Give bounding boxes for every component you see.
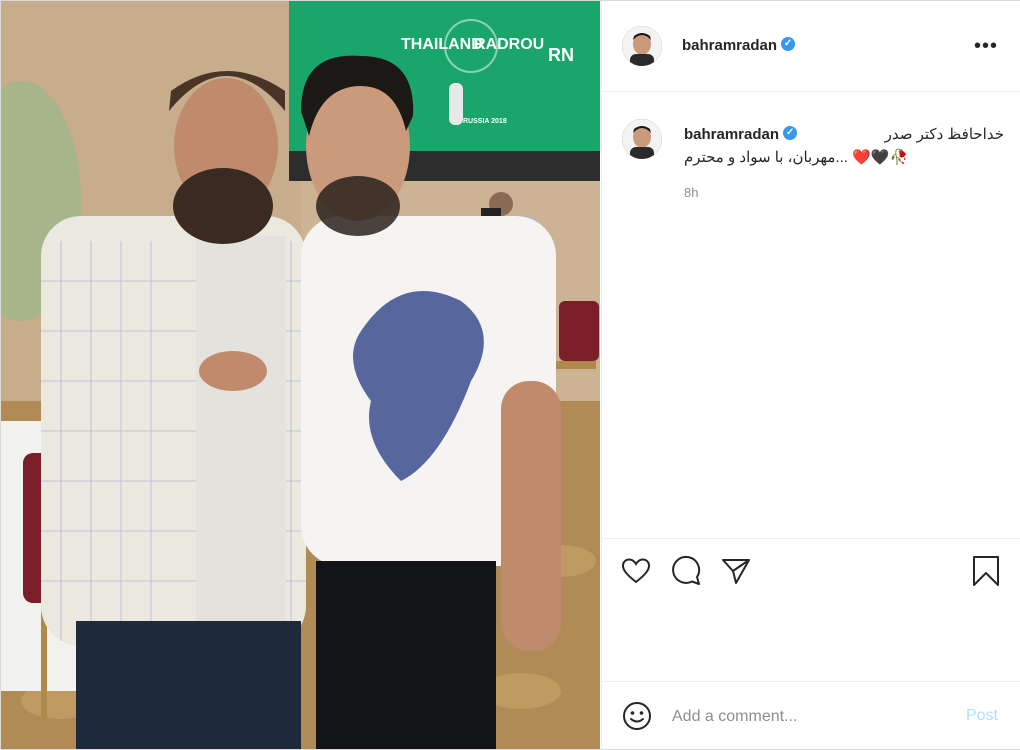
caption-username-text[interactable]: bahramradan: [684, 126, 779, 143]
comment-icon[interactable]: [670, 555, 702, 587]
bookmark-icon[interactable]: [970, 555, 1002, 587]
caption-line-2: 🥀🖤❤️ ...مهربان، با سواد و محترم: [684, 146, 1004, 169]
screen-text-thailand: THAILAND: [401, 36, 483, 53]
heart-icon[interactable]: [620, 555, 652, 587]
post-photo[interactable]: THAILAND RADROU RN RUSSIA 2018: [1, 1, 600, 749]
post-frame: THAILAND RADROU RN RUSSIA 2018 bahramrad…: [0, 0, 1020, 750]
share-icon[interactable]: [720, 555, 752, 587]
screen-text-rn: RN: [548, 45, 574, 65]
post-side-panel: bahramradan ✓ ••• bahramradan ✓ خداحافظ دک…: [601, 1, 1020, 749]
more-icon[interactable]: •••: [974, 35, 998, 58]
comment-input[interactable]: [670, 704, 944, 730]
post-username[interactable]: bahramradan ✓: [682, 37, 796, 54]
post-caption: bahramradan ✓ خداحافظ دکتر صدر 🥀🖤❤️ ...مه…: [684, 123, 1004, 169]
post-comment-button[interactable]: Post: [966, 707, 998, 725]
caption-text-line-2: ...مهربان، با سواد و محترم: [684, 149, 848, 166]
caption-line-1: bahramradan ✓ خداحافظ دکتر صدر: [684, 123, 1004, 146]
emoji-icon[interactable]: [622, 701, 652, 731]
comment-bar: Post: [602, 681, 1020, 750]
screen-text-russia: RUSSIA 2018: [463, 118, 507, 125]
avatar[interactable]: [622, 26, 662, 66]
caption-emojis: 🥀🖤❤️: [852, 149, 909, 166]
post-actions: [602, 538, 1020, 603]
post-header: bahramradan ✓ •••: [602, 1, 1020, 92]
post-timestamp[interactable]: 8h: [684, 185, 698, 200]
username-text[interactable]: bahramradan: [682, 37, 777, 54]
verified-badge-icon: ✓: [781, 37, 796, 52]
caption-avatar[interactable]: [622, 119, 662, 159]
caption-username[interactable]: bahramradan ✓: [684, 123, 798, 146]
verified-badge-icon: ✓: [783, 126, 798, 141]
caption-text-line-1: خداحافظ دکتر صدر: [884, 126, 1004, 143]
screen-text-radrou: RADROU: [474, 36, 544, 53]
